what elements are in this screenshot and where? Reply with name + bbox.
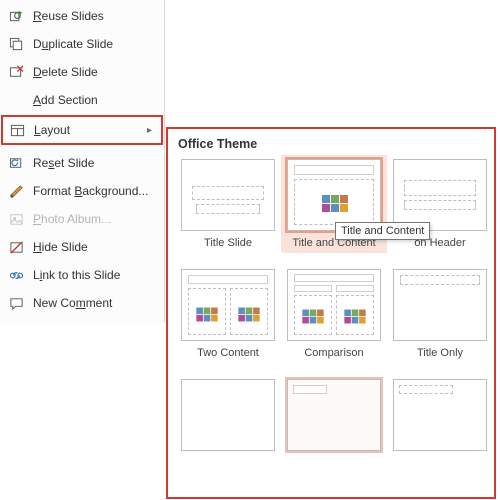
menu-delete-slide[interactable]: Delete Slide: [0, 58, 164, 86]
layout-flyout-panel: Office Theme Title Slide Title and Conte…: [166, 127, 496, 499]
layout-thumb: [287, 159, 381, 231]
layout-thumb: [287, 269, 381, 341]
layout-grid: Title Slide Title and Content Title and …: [178, 159, 488, 451]
menu-hide-slide[interactable]: Hide Slide: [0, 233, 164, 261]
menu-photo-album: Photo Album...: [0, 205, 164, 233]
menu-label: Add Section: [33, 93, 154, 107]
layout-thumb: [181, 159, 275, 231]
layout-icon: [9, 122, 25, 138]
menu-label: Hide Slide: [33, 240, 154, 254]
layout-option-content-with-caption[interactable]: [284, 379, 384, 451]
photo-album-icon: [8, 211, 24, 227]
link-icon: [8, 267, 24, 283]
layout-caption: Two Content: [197, 347, 259, 359]
menu-label: Layout: [34, 123, 138, 137]
delete-slide-icon: [8, 64, 24, 80]
layout-option-comparison[interactable]: Comparison: [284, 269, 384, 359]
menu-duplicate-slide[interactable]: Duplicate Slide: [0, 30, 164, 58]
layout-option-picture-with-caption[interactable]: [390, 379, 490, 451]
menu-new-comment[interactable]: New Comment: [0, 289, 164, 317]
menu-format-background[interactable]: Format Background...: [0, 177, 164, 205]
menu-label: Delete Slide: [33, 65, 154, 79]
layout-tooltip: Title and Content: [335, 222, 430, 240]
menu-link-to-slide[interactable]: Link to this Slide: [0, 261, 164, 289]
layout-thumb: [393, 379, 487, 451]
menu-label: Format Background...: [33, 184, 154, 198]
layout-option-title-and-content[interactable]: Title and Content Title and Content: [281, 155, 387, 253]
add-section-icon: [8, 92, 24, 108]
duplicate-slide-icon: [8, 36, 24, 52]
chevron-right-icon: ▸: [147, 125, 153, 136]
menu-label: Reuse Slides: [33, 9, 154, 23]
layout-thumb: [287, 379, 381, 451]
layout-option-title-slide[interactable]: Title Slide: [178, 159, 278, 249]
layout-caption: Comparison: [304, 347, 363, 359]
layout-caption: Title Slide: [204, 237, 252, 249]
menu-add-section[interactable]: Add Section: [0, 86, 164, 114]
layout-option-title-only[interactable]: Title Only: [390, 269, 490, 359]
format-background-icon: [8, 183, 24, 199]
menu-label: New Comment: [33, 296, 154, 310]
layout-option-two-content[interactable]: Two Content: [178, 269, 278, 359]
menu-label: Photo Album...: [33, 212, 154, 226]
new-comment-icon: [8, 295, 24, 311]
menu-label: Reset Slide: [33, 156, 154, 170]
layout-thumb: [181, 379, 275, 451]
reuse-slides-icon: [8, 8, 24, 24]
layout-thumb: [393, 269, 487, 341]
hide-slide-icon: [8, 239, 24, 255]
menu-reset-slide[interactable]: Reset Slide: [0, 149, 164, 177]
menu-label: Duplicate Slide: [33, 37, 154, 51]
menu-layout[interactable]: Layout ▸: [1, 115, 163, 145]
layout-theme-title: Office Theme: [178, 137, 488, 151]
menu-reuse-slides[interactable]: Reuse Slides: [0, 2, 164, 30]
layout-option-blank[interactable]: [178, 379, 278, 451]
menu-label: Link to this Slide: [33, 268, 154, 282]
slide-context-menu: Reuse Slides Duplicate Slide Delete Slid…: [0, 0, 165, 323]
reset-slide-icon: [8, 155, 24, 171]
layout-caption: Title Only: [417, 347, 463, 359]
layout-thumb: [181, 269, 275, 341]
layout-thumb: [393, 159, 487, 231]
